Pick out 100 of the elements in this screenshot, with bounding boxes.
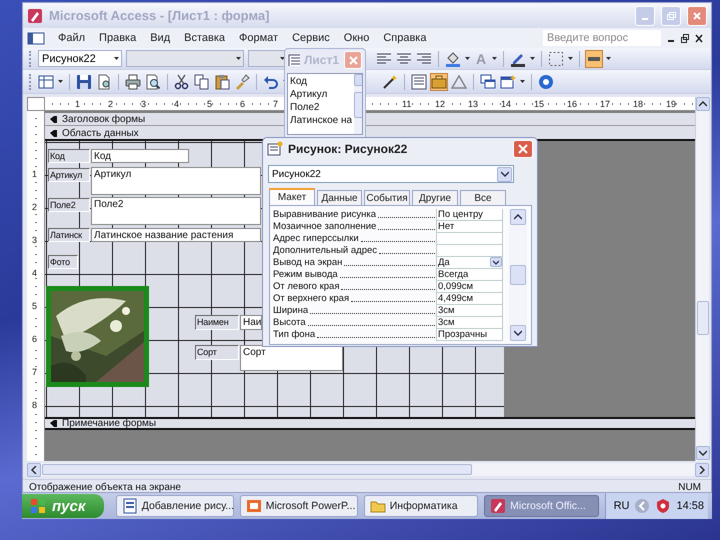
text-box[interactable]: Артикул	[91, 167, 261, 195]
tab[interactable]: Другие	[412, 190, 458, 205]
tab[interactable]: Данные	[317, 190, 362, 205]
menu-item[interactable]: Справка	[376, 30, 434, 46]
help-field[interactable]: Введите вопрос	[543, 30, 661, 46]
caret-icon[interactable]	[236, 56, 241, 61]
section-bar[interactable]: Примечание формы	[45, 417, 695, 430]
property-value[interactable]: Нет	[436, 221, 503, 233]
control-label[interactable]: Артикул	[48, 168, 90, 182]
taskbar-button[interactable]: Microsoft PowerP...	[240, 495, 358, 517]
form-icon[interactable]	[27, 30, 45, 46]
floppy-icon[interactable]	[76, 74, 92, 90]
clipboard-icon[interactable]	[214, 74, 230, 90]
line-thickness-icon[interactable]	[586, 50, 602, 66]
menu-item[interactable]: Файл	[51, 30, 92, 46]
menu-item[interactable]: Формат	[232, 30, 286, 46]
border-icon[interactable]	[548, 50, 564, 66]
section-marker-icon	[49, 419, 58, 428]
caret-icon[interactable]	[606, 56, 612, 61]
caret-icon[interactable]	[500, 171, 508, 177]
scissors-icon[interactable]	[174, 74, 190, 90]
text-box[interactable]: Код	[91, 149, 189, 163]
undo-icon[interactable]	[263, 74, 279, 90]
caret-icon[interactable]	[58, 79, 63, 84]
control-label[interactable]: Наимен	[195, 315, 239, 330]
text-box[interactable]: Наи	[240, 315, 262, 330]
property-value[interactable]: Прозрачны	[436, 329, 503, 341]
scroll-right-button[interactable]	[695, 462, 709, 476]
text-box[interactable]: Поле2	[91, 197, 261, 225]
help-icon[interactable]	[538, 74, 554, 90]
taskbar-button[interactable]: Добавление рису...	[116, 495, 234, 517]
close-icon[interactable]	[695, 34, 703, 42]
text-box[interactable]: Латинское название растения	[91, 228, 261, 242]
scroll-down-button[interactable]	[510, 325, 526, 341]
object-combo[interactable]: Рисунок22	[38, 50, 122, 67]
caret-icon[interactable]	[280, 56, 285, 61]
scrollbar-thumb[interactable]	[696, 301, 708, 335]
control-label[interactable]: Сорт	[195, 345, 239, 360]
printer-icon[interactable]	[125, 74, 141, 90]
field-item[interactable]: Код	[290, 75, 352, 88]
caret-icon[interactable]	[492, 56, 498, 61]
field-item[interactable]: Артикул	[290, 88, 352, 101]
caret-icon[interactable]	[493, 260, 499, 264]
tab[interactable]: События	[364, 190, 410, 205]
tab[interactable]: Все	[460, 190, 506, 205]
ruler-corner[interactable]	[27, 97, 45, 111]
control-label[interactable]: Фото	[48, 255, 78, 269]
toolbox-icon[interactable]	[431, 74, 447, 90]
ruler-number: 11	[402, 99, 412, 109]
property-value[interactable]: 3см	[436, 317, 503, 329]
property-value[interactable]: 0,099см	[436, 281, 503, 293]
triangle-icon[interactable]	[451, 74, 467, 90]
menu-item[interactable]: Окно	[336, 30, 376, 46]
menu-item[interactable]: Сервис	[285, 30, 337, 46]
scrollbar-thumb[interactable]	[42, 464, 472, 475]
scroll-left-button[interactable]	[27, 462, 41, 476]
bucket-icon[interactable]	[445, 50, 461, 66]
property-value[interactable]: По центру	[436, 209, 503, 221]
tab[interactable]: Макет	[269, 188, 315, 205]
windows-icon[interactable]	[480, 74, 496, 90]
wand-icon[interactable]	[382, 74, 398, 90]
menu-item[interactable]: Правка	[92, 30, 144, 46]
magnifier-icon[interactable]	[145, 74, 161, 90]
scrollbar-thumb[interactable]	[510, 265, 526, 285]
shield-icon[interactable]	[655, 498, 672, 514]
property-value[interactable]: 3см	[436, 305, 503, 317]
align-right-icon[interactable]	[416, 50, 432, 66]
scroll-up-button[interactable]	[510, 209, 526, 225]
language-indicator[interactable]: RU	[614, 500, 630, 512]
property-dropdown[interactable]: Да	[436, 257, 503, 269]
taskbar-button[interactable]: Информатика	[364, 495, 478, 517]
property-value[interactable]: 4,499см	[436, 293, 503, 305]
close-button[interactable]	[513, 140, 533, 158]
control-label[interactable]: Латинск	[48, 228, 90, 242]
caret-icon[interactable]	[465, 56, 470, 61]
text-box[interactable]: Сорт	[240, 345, 343, 371]
property-value[interactable]: Всегда	[436, 269, 503, 281]
scroll-up-button[interactable]	[696, 97, 710, 111]
menu-item[interactable]: Вставка	[177, 30, 232, 46]
grid-icon[interactable]	[38, 74, 54, 90]
copy-icon[interactable]	[194, 74, 210, 90]
document-icon[interactable]	[96, 74, 112, 90]
caret-icon[interactable]	[114, 56, 119, 61]
caret-icon[interactable]	[568, 56, 574, 61]
restore-icon[interactable]	[681, 34, 689, 42]
caret-icon[interactable]	[520, 79, 525, 84]
field-item[interactable]: Поле2	[290, 101, 352, 114]
caret-icon[interactable]	[530, 56, 536, 61]
brush-icon[interactable]	[234, 74, 250, 90]
align-center-icon[interactable]	[396, 50, 412, 66]
close-button[interactable]	[687, 6, 707, 26]
scrollbar-thumb[interactable]	[354, 92, 362, 118]
align-left-icon[interactable]	[376, 50, 392, 66]
control-label[interactable]: Поле2	[48, 198, 90, 212]
list-icon[interactable]	[411, 74, 427, 90]
menu-item[interactable]: Вид	[143, 30, 178, 46]
object-combo[interactable]: Рисунок22	[268, 165, 514, 183]
scroll-down-button[interactable]	[696, 446, 710, 460]
control-label[interactable]: Код	[48, 149, 90, 163]
field-item[interactable]: Латинское на	[290, 114, 352, 127]
